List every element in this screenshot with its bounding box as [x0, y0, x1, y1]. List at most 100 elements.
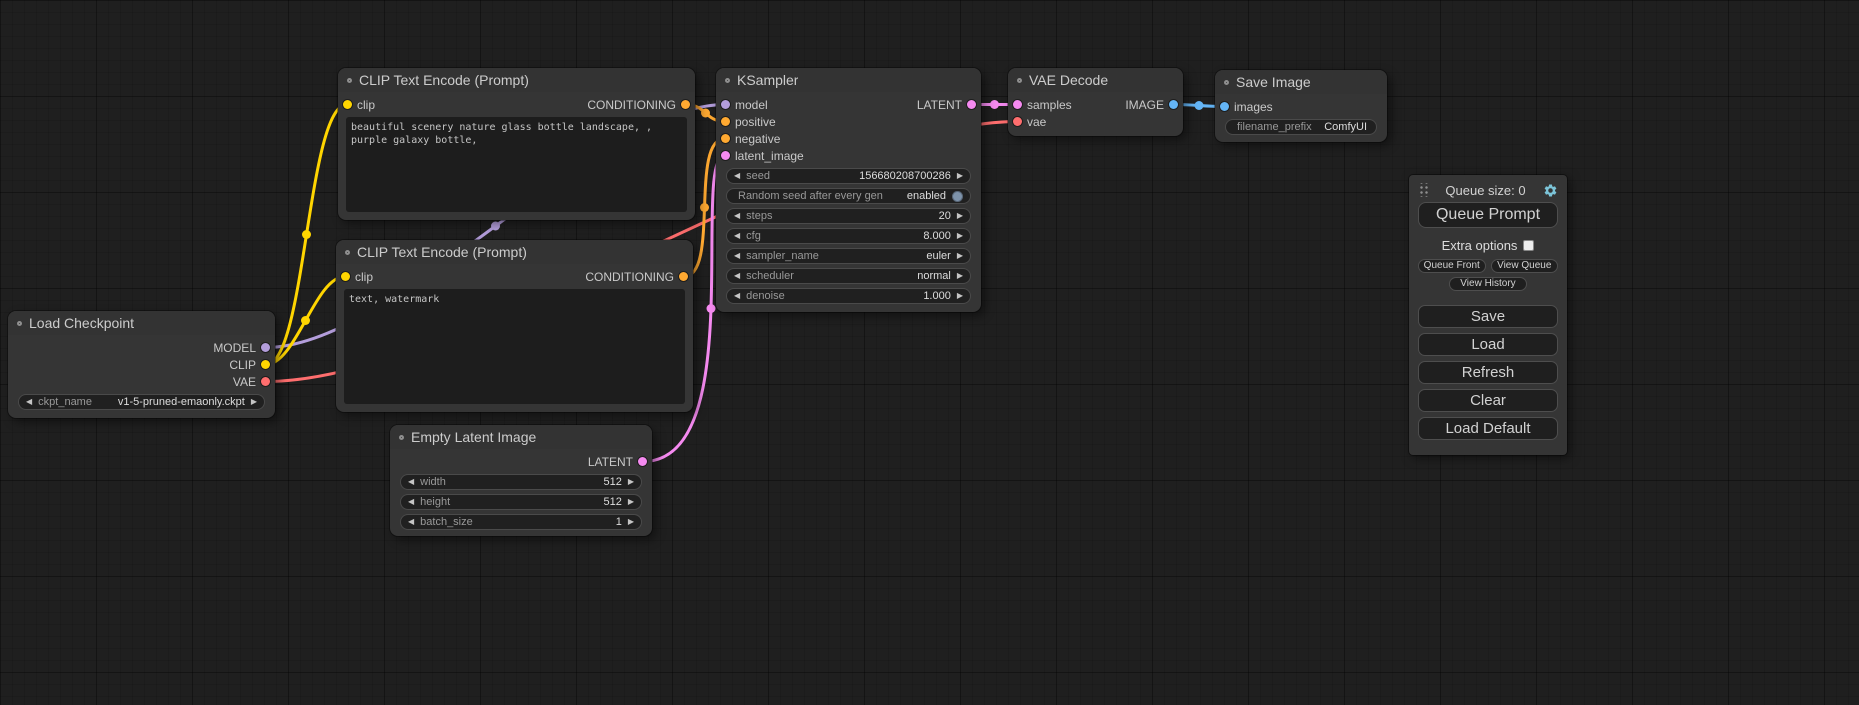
increment-arrow-icon[interactable]: ▶ — [628, 498, 634, 506]
node-load-checkpoint[interactable]: Load Checkpoint MODEL CLIP VAE ◀ ckpt_na… — [8, 311, 275, 418]
input-slot-clip[interactable] — [341, 272, 350, 281]
decrement-arrow-icon[interactable]: ◀ — [734, 232, 740, 240]
increment-arrow-icon[interactable]: ▶ — [628, 518, 634, 526]
widget-value: v1-5-pruned-emaonly.ckpt — [118, 396, 245, 408]
increment-arrow-icon[interactable]: ▶ — [957, 272, 963, 280]
refresh-button[interactable]: Refresh — [1418, 361, 1558, 384]
output-slot-latent[interactable] — [967, 100, 976, 109]
output-slot-clip[interactable] — [261, 360, 270, 369]
widget-value: 1 — [616, 516, 622, 528]
output-label-latent: LATENT — [917, 98, 962, 112]
collapse-dot[interactable] — [1017, 78, 1022, 83]
collapse-dot[interactable] — [345, 250, 350, 255]
output-slot-vae[interactable] — [261, 377, 270, 386]
extra-options-label: Extra options — [1442, 238, 1518, 253]
decrement-arrow-icon[interactable]: ◀ — [408, 478, 414, 486]
output-slot-conditioning[interactable] — [679, 272, 688, 281]
decrement-arrow-icon[interactable]: ◀ — [734, 252, 740, 260]
decrement-arrow-icon[interactable]: ◀ — [26, 398, 32, 406]
output-label-clip: CLIP — [229, 358, 256, 372]
input-slot-negative[interactable] — [721, 134, 730, 143]
collapse-dot[interactable] — [17, 321, 22, 326]
node-clip-text-encode-negative[interactable]: CLIP Text Encode (Prompt) clip CONDITION… — [336, 240, 693, 412]
prompt-textarea[interactable]: beautiful scenery nature glass bottle la… — [346, 117, 687, 212]
node-ksampler[interactable]: KSampler model LATENT positive negative … — [716, 68, 981, 312]
widget-height[interactable]: ◀ height 512 ▶ — [400, 494, 642, 510]
widget-ckpt-name[interactable]: ◀ ckpt_name v1-5-pruned-emaonly.ckpt ▶ — [18, 394, 265, 410]
input-label-samples: samples — [1027, 98, 1072, 112]
output-slot-latent[interactable] — [638, 457, 647, 466]
widget-value: ComfyUI — [1324, 121, 1367, 133]
output-slot-conditioning[interactable] — [681, 100, 690, 109]
collapse-dot[interactable] — [725, 78, 730, 83]
settings-gear-icon[interactable] — [1542, 182, 1558, 198]
save-button[interactable]: Save — [1418, 305, 1558, 328]
node-header[interactable]: VAE Decode — [1008, 68, 1183, 92]
input-slot-samples[interactable] — [1013, 100, 1022, 109]
node-header[interactable]: Empty Latent Image — [390, 425, 652, 449]
prompt-textarea[interactable]: text, watermark — [344, 289, 685, 404]
widget-value: 20 — [939, 210, 951, 222]
widget-value: 8.000 — [923, 230, 951, 242]
node-header[interactable]: CLIP Text Encode (Prompt) — [338, 68, 695, 92]
node-header[interactable]: KSampler — [716, 68, 981, 92]
collapse-dot[interactable] — [347, 78, 352, 83]
output-slot-image[interactable] — [1169, 100, 1178, 109]
widget-filename-prefix[interactable]: filename_prefix ComfyUI — [1225, 119, 1377, 135]
extra-options-checkbox[interactable] — [1523, 240, 1534, 251]
view-history-button[interactable]: View History — [1449, 277, 1527, 291]
node-clip-text-encode-positive[interactable]: CLIP Text Encode (Prompt) clip CONDITION… — [338, 68, 695, 220]
node-save-image[interactable]: Save Image images filename_prefix ComfyU… — [1215, 70, 1387, 142]
decrement-arrow-icon[interactable]: ◀ — [734, 212, 740, 220]
node-vae-decode[interactable]: VAE Decode samples IMAGE vae — [1008, 68, 1183, 136]
input-slot-vae[interactable] — [1013, 117, 1022, 126]
widget-seed[interactable]: ◀ seed 156680208700286 ▶ — [726, 168, 971, 184]
menu-header[interactable]: Queue size: 0 — [1418, 181, 1558, 199]
widget-sampler-name[interactable]: ◀ sampler_name euler ▶ — [726, 248, 971, 264]
widget-steps[interactable]: ◀ steps 20 ▶ — [726, 208, 971, 224]
node-header[interactable]: Load Checkpoint — [8, 311, 275, 335]
node-header[interactable]: CLIP Text Encode (Prompt) — [336, 240, 693, 264]
link-midpoint-dot — [700, 203, 709, 212]
increment-arrow-icon[interactable]: ▶ — [957, 232, 963, 240]
load-default-button[interactable]: Load Default — [1418, 417, 1558, 440]
clear-button[interactable]: Clear — [1418, 389, 1558, 412]
graph-canvas[interactable]: Load Checkpoint MODEL CLIP VAE ◀ ckpt_na… — [0, 0, 1859, 705]
input-slot-clip[interactable] — [343, 100, 352, 109]
toggle-knob[interactable] — [952, 191, 963, 202]
input-slot-images[interactable] — [1220, 102, 1229, 111]
widget-cfg[interactable]: ◀ cfg 8.000 ▶ — [726, 228, 971, 244]
increment-arrow-icon[interactable]: ▶ — [628, 478, 634, 486]
collapse-dot[interactable] — [399, 435, 404, 440]
view-queue-button[interactable]: View Queue — [1491, 259, 1559, 273]
decrement-arrow-icon[interactable]: ◀ — [734, 172, 740, 180]
increment-arrow-icon[interactable]: ▶ — [957, 292, 963, 300]
queue-front-button[interactable]: Queue Front — [1418, 259, 1486, 273]
node-header[interactable]: Save Image — [1215, 70, 1387, 94]
queue-prompt-button[interactable]: Queue Prompt — [1418, 202, 1558, 228]
decrement-arrow-icon[interactable]: ◀ — [734, 272, 740, 280]
increment-arrow-icon[interactable]: ▶ — [251, 398, 257, 406]
drag-handle-icon[interactable] — [1418, 183, 1429, 197]
input-slot-positive[interactable] — [721, 117, 730, 126]
input-slot-latent-image[interactable] — [721, 151, 730, 160]
widget-scheduler[interactable]: ◀ scheduler normal ▶ — [726, 268, 971, 284]
increment-arrow-icon[interactable]: ▶ — [957, 212, 963, 220]
queue-menu-panel[interactable]: Queue size: 0 Queue Prompt Extra options… — [1409, 175, 1567, 455]
link-midpoint-dot — [491, 222, 500, 231]
node-title: CLIP Text Encode (Prompt) — [359, 72, 529, 88]
output-slot-model[interactable] — [261, 343, 270, 352]
decrement-arrow-icon[interactable]: ◀ — [408, 518, 414, 526]
node-empty-latent-image[interactable]: Empty Latent Image LATENT ◀ width 512 ▶ … — [390, 425, 652, 536]
widget-batch-size[interactable]: ◀ batch_size 1 ▶ — [400, 514, 642, 530]
increment-arrow-icon[interactable]: ▶ — [957, 252, 963, 260]
collapse-dot[interactable] — [1224, 80, 1229, 85]
input-slot-model[interactable] — [721, 100, 730, 109]
decrement-arrow-icon[interactable]: ◀ — [408, 498, 414, 506]
widget-denoise[interactable]: ◀ denoise 1.000 ▶ — [726, 288, 971, 304]
load-button[interactable]: Load — [1418, 333, 1558, 356]
decrement-arrow-icon[interactable]: ◀ — [734, 292, 740, 300]
widget-random-seed-toggle[interactable]: Random seed after every gen enabled — [726, 188, 971, 204]
increment-arrow-icon[interactable]: ▶ — [957, 172, 963, 180]
widget-width[interactable]: ◀ width 512 ▶ — [400, 474, 642, 490]
